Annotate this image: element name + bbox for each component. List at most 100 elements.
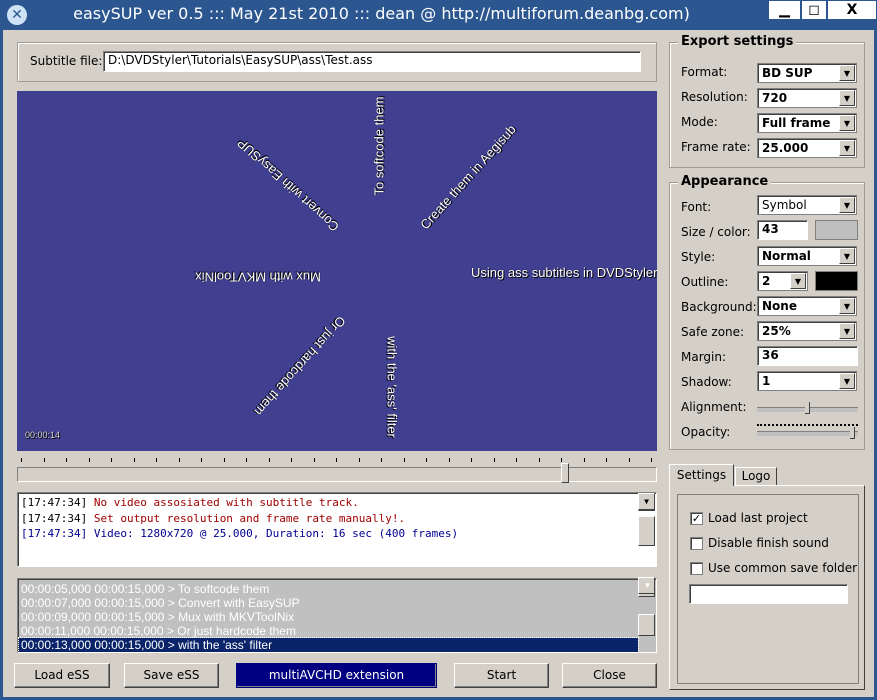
chevron-down-icon: ▼ <box>839 197 855 213</box>
mode-label: Mode: <box>681 115 718 129</box>
slider-tick <box>471 458 472 462</box>
slider-tick <box>133 458 135 462</box>
slider-tick <box>628 458 630 462</box>
primary-color-swatch[interactable] <box>815 220 858 240</box>
chevron-down-icon: ▼ <box>839 323 855 339</box>
scroll-down-icon[interactable]: ▼ <box>638 577 655 594</box>
maximize-button[interactable]: ◻ <box>801 0 827 20</box>
log-box[interactable]: [17:47:34] No video assosiated with subt… <box>17 492 657 567</box>
slider-tick <box>583 458 585 462</box>
slider-thumb[interactable] <box>850 427 856 439</box>
alignment-label: Alignment: <box>681 400 747 414</box>
slider-tick <box>21 458 22 462</box>
resolution-label: Resolution: <box>681 90 748 104</box>
preview-subtitle: To softcode them <box>371 96 387 196</box>
outline-color-swatch[interactable] <box>815 271 858 291</box>
scroll-thumb[interactable] <box>638 614 655 636</box>
preview-subtitle: Convert with EasySUP <box>234 135 342 235</box>
style-select[interactable]: Normal ▼ <box>757 246 857 266</box>
slider-tick <box>426 458 427 462</box>
slider-tick <box>538 458 540 462</box>
slider-tick <box>381 458 382 462</box>
safe-zone-select[interactable]: 25% ▼ <box>757 321 857 341</box>
framerate-label: Frame rate: <box>681 140 751 154</box>
tab-settings[interactable]: Settings <box>669 464 734 486</box>
start-button[interactable]: Start <box>454 663 549 688</box>
slider-thumb[interactable] <box>805 402 810 414</box>
slider-tick <box>651 458 652 462</box>
size-input[interactable]: 43 <box>757 220 808 240</box>
disable-finish-sound-label: Disable finish sound <box>708 536 829 550</box>
save-ess-button[interactable]: Save eSS <box>124 663 219 688</box>
log-scrollbar[interactable]: ▲ ▼ <box>638 492 655 546</box>
subtitle-preview: To softcode them Create them in Aegisub … <box>17 91 657 451</box>
list-item[interactable]: 00:00:11,000 00:00:15,000 > Or just hard… <box>19 624 655 638</box>
preview-subtitle: Create them in Aegisub <box>417 121 519 233</box>
list-item-selected[interactable]: 00:00:13,000 00:00:15,000 > with the 'as… <box>18 637 639 653</box>
font-label: Font: <box>681 200 712 214</box>
scroll-thumb[interactable] <box>638 516 655 546</box>
slider-thumb[interactable] <box>560 463 569 483</box>
subtitle-file-group: Subtitle file: D:\DVDStyler\Tutorials\Ea… <box>17 42 657 82</box>
slider-tick <box>561 458 562 462</box>
chevron-down-icon: ▼ <box>839 373 855 389</box>
margin-label: Margin: <box>681 350 727 364</box>
background-label: Background: <box>681 300 757 314</box>
scroll-down-icon[interactable]: ▼ <box>638 492 655 510</box>
list-scrollbar[interactable]: ▲ ▼ <box>638 577 655 636</box>
outline-select[interactable]: 2 ▼ <box>757 271 808 291</box>
preview-subtitle: with the 'ass' filter <box>384 336 400 438</box>
subtitle-list[interactable]: 00:00:05,000 00:00:15,000 > To softcode … <box>17 577 657 653</box>
list-item[interactable]: 00:00:09,000 00:00:15,000 > Mux with MKV… <box>19 610 655 624</box>
close-window-button[interactable]: X <box>827 0 877 20</box>
preview-subtitle: Using ass subtitles in DVDStyler <box>471 265 657 280</box>
resolution-select[interactable]: 720 ▼ <box>757 88 857 108</box>
background-select[interactable]: None ▼ <box>757 296 857 316</box>
save-folder-input[interactable] <box>689 584 848 604</box>
load-last-project-checkbox[interactable]: ✓ <box>690 512 703 525</box>
multiavchd-extension-button[interactable]: multiAVCHD extension <box>236 663 437 688</box>
tab-logo[interactable]: Logo <box>735 467 777 486</box>
alignment-slider[interactable] <box>757 399 858 415</box>
close-button[interactable]: Close <box>562 663 657 688</box>
title-bar: ✕ easySUP ver 0.5 ::: May 21st 2010 ::: … <box>3 0 877 30</box>
chevron-down-icon: ▼ <box>839 298 855 314</box>
chevron-down-icon: ▼ <box>839 65 855 81</box>
slider-tick <box>291 458 292 462</box>
size-color-label: Size / color: <box>681 225 751 239</box>
slider-tick <box>358 458 360 462</box>
subtitle-file-input[interactable]: D:\DVDStyler\Tutorials\EasySUP\ass\Test.… <box>103 51 641 72</box>
slider-tick <box>606 458 607 462</box>
slider-tick <box>111 458 112 462</box>
format-label: Format: <box>681 65 728 79</box>
load-ess-button[interactable]: Load eSS <box>14 663 110 688</box>
common-save-folder-label: Use common save folder <box>708 561 858 575</box>
font-select[interactable]: Symbol ▼ <box>757 195 857 215</box>
preview-timestamp: 00:00:14 <box>25 430 61 440</box>
shadow-select[interactable]: 1 ▼ <box>757 371 857 391</box>
framerate-select[interactable]: 25.000 ▼ <box>757 138 857 158</box>
chevron-down-icon: ▼ <box>839 90 855 106</box>
opacity-slider[interactable] <box>757 423 858 439</box>
format-select[interactable]: BD SUP ▼ <box>757 63 857 83</box>
main-window: ✕ easySUP ver 0.5 ::: May 21st 2010 ::: … <box>0 0 877 700</box>
list-item[interactable]: 00:00:05,000 00:00:15,000 > To softcode … <box>19 582 655 596</box>
timeline-slider[interactable] <box>17 458 657 484</box>
log-line: [17:47:34] Set output resolution and fra… <box>21 511 406 525</box>
slider-tick <box>88 458 90 462</box>
common-save-folder-checkbox[interactable] <box>690 562 703 575</box>
slider-tick <box>268 458 270 462</box>
margin-input[interactable]: 36 <box>757 346 858 366</box>
style-label: Style: <box>681 250 716 264</box>
disable-finish-sound-checkbox[interactable] <box>690 537 703 550</box>
log-line: [17:47:34] Video: 1280x720 @ 25.000, Dur… <box>21 527 459 540</box>
minimize-button[interactable]: ▁ <box>768 0 801 20</box>
mode-select[interactable]: Full frame ▼ <box>757 113 857 133</box>
preview-subtitle: Mux with MKVToolNix <box>195 269 321 285</box>
slider-tick <box>223 458 225 462</box>
export-settings-title: Export settings <box>678 34 797 49</box>
settings-panel: ✓ Load last project Disable finish sound… <box>669 485 865 690</box>
slider-tick <box>246 458 247 462</box>
list-item[interactable]: 00:00:07,000 00:00:15,000 > Convert with… <box>19 596 655 610</box>
chevron-down-icon: ▼ <box>839 115 855 131</box>
